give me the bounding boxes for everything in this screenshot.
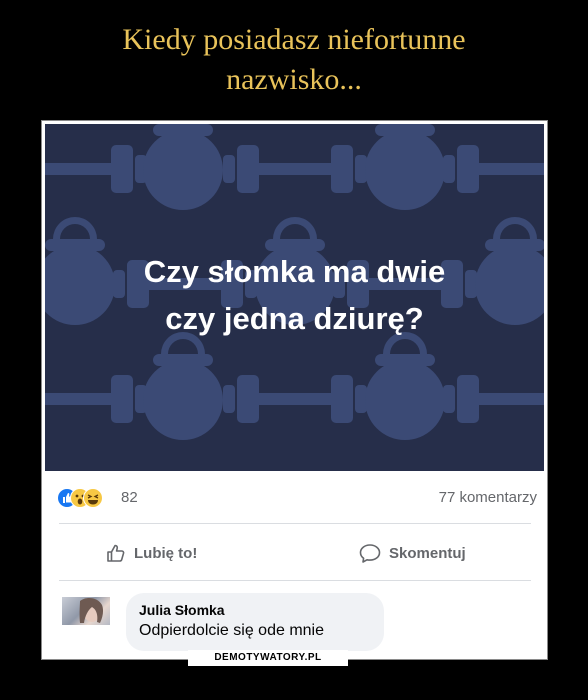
post-question: Czy słomka ma dwie czy jedna dziurę? <box>45 248 544 342</box>
post-stats: 82 77 komentarzy <box>45 479 544 515</box>
actions-divider <box>59 580 531 581</box>
haha-icon <box>83 488 103 508</box>
facebook-post: Czy słomka ma dwie czy jedna dziurę? 82 … <box>41 120 548 660</box>
like-button-label: Lubię to! <box>134 544 198 562</box>
comment-author[interactable]: Julia Słomka <box>139 602 225 618</box>
stats-divider <box>59 523 531 524</box>
post-question-line-2: czy jedna dziurę? <box>165 301 424 336</box>
post-question-line-1: Czy słomka ma dwie <box>143 254 446 289</box>
thumbs-up-icon <box>107 544 125 562</box>
comment-text: Odpierdolcie się ode mnie <box>139 622 324 639</box>
watermark: DEMOTYWATORY.PL <box>188 650 348 666</box>
meme-title-line-2: nazwisko... <box>226 63 362 96</box>
comment-button-label: Skomentuj <box>389 544 466 562</box>
comment: Julia Słomka Odpierdolcie się ode mnie <box>42 589 547 659</box>
like-button[interactable]: Lubię to! <box>105 539 197 567</box>
comments-count[interactable]: 77 komentarzy <box>439 489 537 506</box>
meme-title-line-1: Kiedy posiadasz niefortunne <box>122 23 466 56</box>
reaction-count[interactable]: 82 <box>121 489 138 506</box>
comment-bubble: Julia Słomka Odpierdolcie się ode mnie <box>126 593 384 651</box>
speech-bubble-icon <box>359 544 381 563</box>
reactions-summary[interactable] <box>57 488 115 508</box>
comment-button[interactable]: Skomentuj <box>358 539 466 567</box>
avatar[interactable] <box>62 597 110 625</box>
post-image-banner: Czy słomka ma dwie czy jedna dziurę? <box>45 124 544 471</box>
meme-title: Kiedy posiadasz niefortunne nazwisko... <box>0 20 588 100</box>
